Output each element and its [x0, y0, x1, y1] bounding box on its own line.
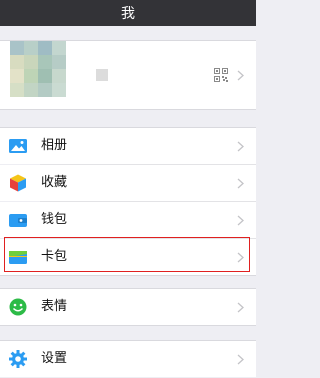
menu-item-label: 相册 — [41, 138, 68, 153]
chevron-right-icon — [237, 178, 244, 189]
avatar-mosaic-tile — [10, 41, 24, 55]
page-title: 我 — [121, 6, 135, 22]
avatar-mosaic-tile — [24, 69, 38, 83]
favorites-cube-icon — [10, 174, 26, 192]
avatar-mosaic-tile — [38, 55, 52, 69]
avatar-mosaic-tile — [38, 41, 52, 55]
chevron-right-icon — [237, 70, 244, 81]
wallet-icon — [9, 214, 27, 227]
menu-item-label: 钱包 — [41, 212, 68, 227]
highlight-box — [4, 237, 250, 272]
avatar-mosaic-tile — [10, 55, 24, 69]
avatar-mosaic-tile — [10, 69, 24, 83]
menu-item-emoji[interactable]: 表情 — [0, 289, 256, 325]
avatar-mosaic-tile — [52, 69, 66, 83]
menu-item-favorites[interactable]: 收藏 — [0, 165, 256, 201]
chevron-right-icon — [237, 141, 244, 152]
menu-item-label: 表情 — [41, 299, 68, 314]
navigation-bar: 我 — [0, 0, 256, 26]
group-divider — [0, 325, 256, 326]
menu-item-label: 设置 — [41, 351, 68, 366]
gear-icon — [9, 350, 27, 368]
avatar-mosaic-tile — [52, 41, 66, 55]
group-divider — [0, 275, 256, 276]
avatar-mosaic-tile — [52, 55, 66, 69]
chevron-right-icon — [237, 215, 244, 226]
avatar-mosaic-tile — [38, 69, 52, 83]
user-name-placeholder — [96, 69, 108, 81]
menu-item-settings[interactable]: 设置 — [0, 341, 256, 377]
menu-item-wallet[interactable]: 钱包 — [0, 202, 256, 238]
photo-album-icon — [9, 139, 27, 153]
avatar-mosaic-tile — [24, 83, 38, 97]
qr-code-icon[interactable] — [214, 68, 228, 82]
menu-item-label: 收藏 — [41, 175, 68, 190]
avatar-mosaic-tile — [24, 41, 38, 55]
smiley-face-icon — [9, 298, 27, 316]
avatar-mosaic-tile — [52, 83, 66, 97]
profile-section[interactable] — [0, 40, 256, 110]
avatar-mosaic-tile — [38, 83, 52, 97]
avatar-mosaic-tile — [10, 83, 24, 97]
avatar[interactable] — [10, 41, 66, 97]
chevron-right-icon — [237, 354, 244, 365]
chevron-right-icon — [237, 302, 244, 313]
menu-item-album[interactable]: 相册 — [0, 128, 256, 164]
avatar-mosaic-tile — [24, 55, 38, 69]
